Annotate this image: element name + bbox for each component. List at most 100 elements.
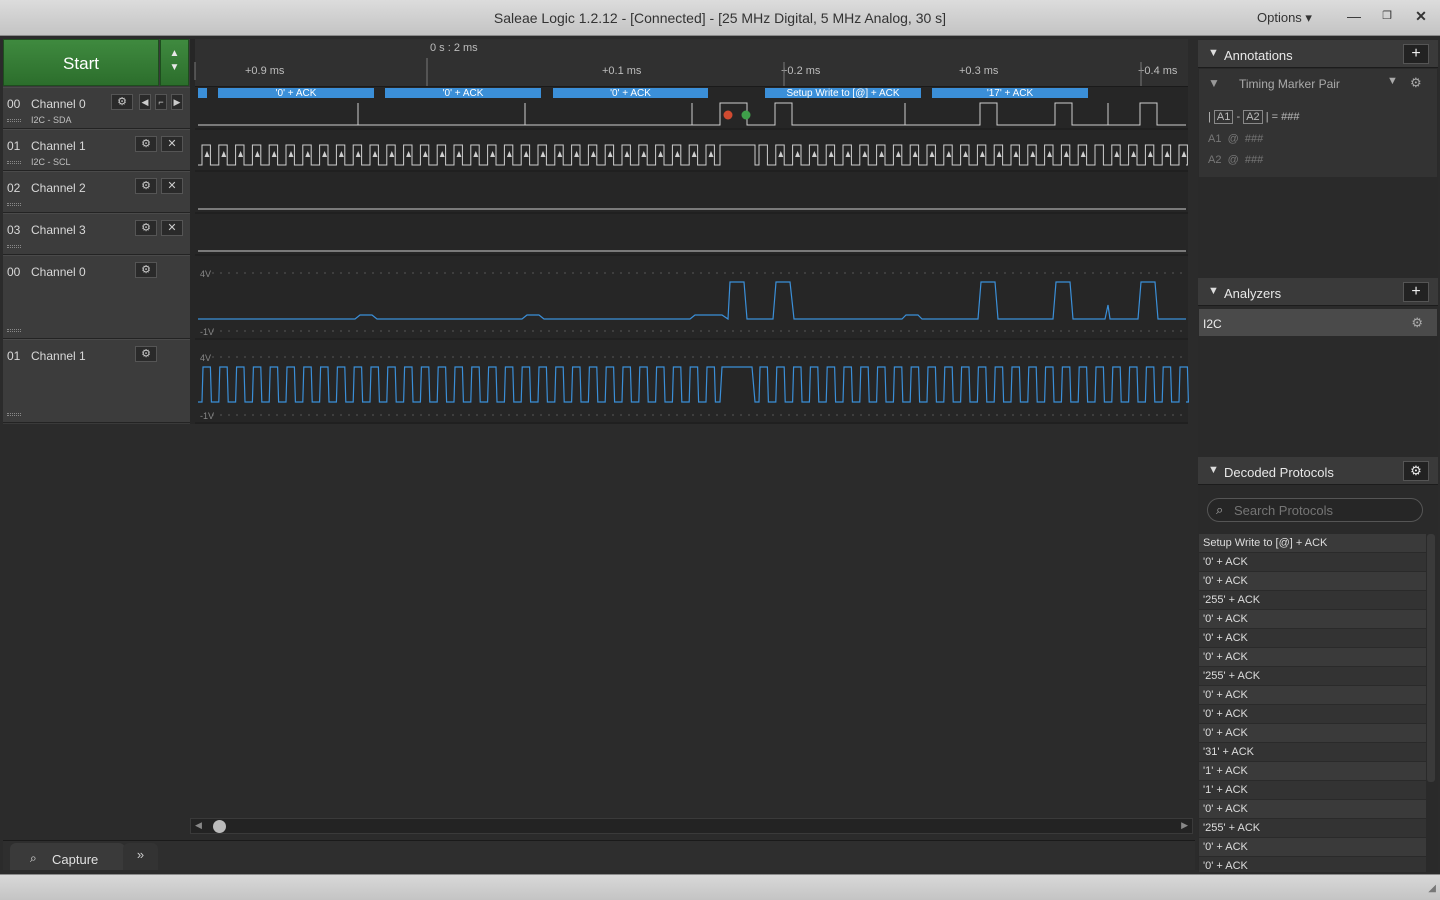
- list-item[interactable]: '0' + ACK: [1199, 610, 1426, 629]
- drag-handle-icon[interactable]: [7, 413, 21, 416]
- list-item[interactable]: '0' + ACK: [1199, 686, 1426, 705]
- list-item[interactable]: '0' + ACK: [1199, 572, 1426, 591]
- list-item[interactable]: '0' + ACK: [1199, 553, 1426, 572]
- start-options-toggle[interactable]: ▲ ▼: [160, 39, 189, 86]
- arrow-down-icon: ▼: [169, 62, 180, 73]
- channel-name[interactable]: Channel 1: [31, 349, 86, 363]
- decoded-title: Decoded Protocols: [1224, 465, 1334, 480]
- channel-name[interactable]: Channel 1: [31, 139, 86, 153]
- channel-row[interactable]: 03 Channel 3 ⚙ ✕: [3, 213, 190, 255]
- gear-icon[interactable]: ⚙: [1411, 315, 1423, 331]
- capture-tab-label: Capture: [52, 852, 99, 867]
- scroll-left-icon[interactable]: ◀: [195, 820, 202, 831]
- trigger-none-icon[interactable]: ✕: [161, 178, 183, 194]
- resize-grip-icon[interactable]: ◢: [1428, 883, 1436, 894]
- tab-capture[interactable]: ⌕ Capture: [10, 843, 125, 870]
- title-bar: Saleae Logic 1.2.12 - [Connected] - [25 …: [0, 0, 1440, 36]
- analyzers-header[interactable]: ▼ Analyzers: [1198, 278, 1438, 306]
- annotations-header[interactable]: ▼ Annotations: [1198, 40, 1438, 68]
- waveform-area[interactable]: [190, 39, 1188, 424]
- list-item[interactable]: '1' + ACK: [1199, 762, 1426, 781]
- dropdown-icon[interactable]: ▼: [1387, 75, 1398, 87]
- list-item[interactable]: '31' + ACK: [1199, 743, 1426, 762]
- list-item[interactable]: '0' + ACK: [1199, 724, 1426, 743]
- gear-icon[interactable]: ⚙: [135, 346, 157, 362]
- channel-row[interactable]: 01 Channel 1 I2C - SCL ⚙ ✕: [3, 129, 190, 171]
- drag-handle-icon[interactable]: [7, 119, 21, 122]
- horizontal-scrollbar[interactable]: ◀ ▶: [190, 818, 1193, 834]
- list-item[interactable]: '0' + ACK: [1199, 705, 1426, 724]
- time-origin: 0 s : 2 ms: [430, 42, 478, 54]
- channel-number: 00: [7, 265, 21, 279]
- minimize-icon[interactable]: —: [1343, 6, 1365, 26]
- trigger-edge-icon[interactable]: ⌐: [155, 94, 167, 110]
- restore-icon[interactable]: ❐: [1376, 6, 1398, 26]
- trigger-none-icon[interactable]: ✕: [161, 220, 183, 236]
- gear-icon[interactable]: ⚙: [111, 94, 133, 110]
- list-item[interactable]: '255' + ACK: [1199, 667, 1426, 686]
- gear-icon[interactable]: ⚙: [135, 178, 157, 194]
- list-item[interactable]: '1' + ACK: [1199, 781, 1426, 800]
- channel-number: 03: [7, 223, 21, 237]
- channel-name[interactable]: Channel 3: [31, 223, 86, 237]
- channel-number: 02: [7, 181, 21, 195]
- gear-icon[interactable]: ⚙: [1410, 75, 1422, 91]
- list-item[interactable]: '0' + ACK: [1199, 857, 1426, 872]
- search-box[interactable]: ⌕: [1207, 498, 1423, 522]
- marker-pin-icon: ▼: [1208, 76, 1220, 90]
- start-button[interactable]: Start: [3, 39, 159, 86]
- trigger-prev-icon[interactable]: ◀: [139, 94, 151, 110]
- add-annotation-button[interactable]: +: [1403, 44, 1429, 64]
- channel-number: 01: [7, 349, 21, 363]
- channel-name[interactable]: Channel 2: [31, 181, 86, 195]
- list-item[interactable]: Setup Write to [@] + ACK: [1199, 534, 1426, 553]
- analyzer-item[interactable]: I2C ⚙: [1199, 309, 1437, 336]
- list-item[interactable]: '0' + ACK: [1199, 648, 1426, 667]
- gear-icon[interactable]: ⚙: [135, 220, 157, 236]
- timing-marker-label[interactable]: Timing Marker Pair: [1239, 77, 1340, 91]
- marker-delta: = ###: [1271, 111, 1300, 123]
- drag-handle-icon[interactable]: [7, 203, 21, 206]
- analyzers-title: Analyzers: [1224, 286, 1282, 301]
- drag-handle-icon[interactable]: [7, 329, 21, 332]
- more-tabs-button[interactable]: »: [123, 843, 158, 870]
- collapse-icon: ▼: [1208, 47, 1219, 59]
- gear-icon[interactable]: ⚙: [135, 262, 157, 278]
- channel-name[interactable]: Channel 0: [31, 265, 86, 279]
- channel-row[interactable]: 02 Channel 2 ⚙ ✕: [3, 171, 190, 213]
- gear-icon[interactable]: ⚙: [135, 136, 157, 152]
- time-ruler[interactable]: 0 s : 2 ms +0.9 ms +0.1 ms +0.2 ms +0.3 …: [195, 39, 1188, 87]
- a1-marker[interactable]: A1: [1213, 110, 1234, 124]
- scroll-right-icon[interactable]: ▶: [1181, 820, 1188, 831]
- search-input[interactable]: [1234, 502, 1414, 518]
- channel-row[interactable]: 00 Channel 0 I2C - SDA ⚙ ◀ ⌐ ▶: [3, 87, 190, 129]
- bar-glyph: |: [1208, 111, 1211, 123]
- marker-formula: | A1 - A2 | = ###: [1208, 110, 1299, 124]
- tick-label: +0.4 ms: [1138, 65, 1178, 77]
- collapse-icon: ▼: [1208, 285, 1219, 297]
- decoded-protocols-header[interactable]: ▼ Decoded Protocols: [1198, 457, 1438, 485]
- list-item[interactable]: '255' + ACK: [1199, 591, 1426, 610]
- close-icon[interactable]: ✕: [1410, 6, 1432, 26]
- list-scrollbar[interactable]: [1427, 534, 1435, 782]
- bottom-tabbar: [3, 840, 1195, 870]
- trigger-none-icon[interactable]: ✕: [161, 136, 183, 152]
- add-analyzer-button[interactable]: +: [1403, 282, 1429, 302]
- list-item[interactable]: '0' + ACK: [1199, 629, 1426, 648]
- list-item[interactable]: '0' + ACK: [1199, 800, 1426, 819]
- drag-handle-icon[interactable]: [7, 245, 21, 248]
- decoded-list[interactable]: Setup Write to [@] + ACK '0' + ACK '0' + A…: [1199, 534, 1426, 872]
- dash-glyph: -: [1236, 111, 1244, 123]
- channel-analyzer-label: I2C - SCL: [31, 157, 71, 167]
- list-item[interactable]: '0' + ACK: [1199, 838, 1426, 857]
- options-menu[interactable]: Options ▾: [1257, 10, 1312, 26]
- gear-icon[interactable]: ⚙: [1403, 461, 1429, 481]
- drag-handle-icon[interactable]: [7, 161, 21, 164]
- a2-marker[interactable]: A2: [1243, 110, 1263, 124]
- channel-row[interactable]: 01 Channel 1 ⚙: [3, 339, 190, 423]
- trigger-next-icon[interactable]: ▶: [171, 94, 183, 110]
- list-item[interactable]: '255' + ACK: [1199, 819, 1426, 838]
- scroll-thumb[interactable]: [213, 820, 226, 833]
- channel-name[interactable]: Channel 0: [31, 97, 86, 111]
- channel-row[interactable]: 00 Channel 0 ⚙: [3, 255, 190, 339]
